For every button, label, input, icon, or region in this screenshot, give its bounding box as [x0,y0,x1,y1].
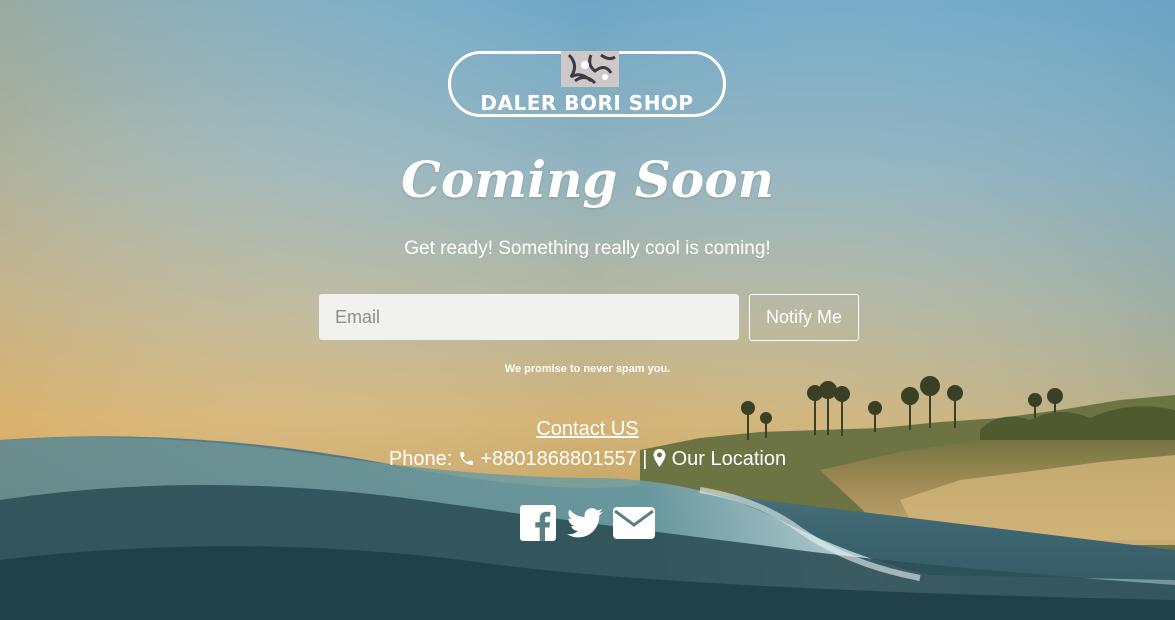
twitter-icon[interactable] [566,507,603,544]
no-spam-note: We promise to never spam you. [504,363,671,375]
location-link[interactable]: Our Location [672,448,787,470]
envelope-icon[interactable] [612,507,655,544]
map-marker-icon [653,449,666,473]
separator: | [642,448,648,470]
phone-label: Phone: [388,448,453,470]
brand-logo[interactable]: DALER BORI SHOP [448,51,726,117]
phone-number-link[interactable]: +8801868801557 [480,448,636,470]
page-subtitle: Get ready! Something really cool is comi… [404,238,771,259]
facebook-icon[interactable] [520,505,557,546]
contact-info-line: Phone: +8801868801557 | Our Location [0,447,1175,473]
social-links [0,505,1175,546]
phone-icon [458,449,475,473]
notify-me-button[interactable]: Notify Me [749,294,859,341]
email-input[interactable] [319,294,739,340]
logo-image [561,51,619,87]
coming-soon-page: DALER BORI SHOP Coming Soon Get ready! S… [0,0,1175,620]
contact-us-link[interactable]: Contact US [536,418,638,440]
contact-section: Contact US [0,417,1175,441]
page-title: Coming Soon [401,150,774,209]
logo-text: DALER BORI SHOP [480,91,694,115]
